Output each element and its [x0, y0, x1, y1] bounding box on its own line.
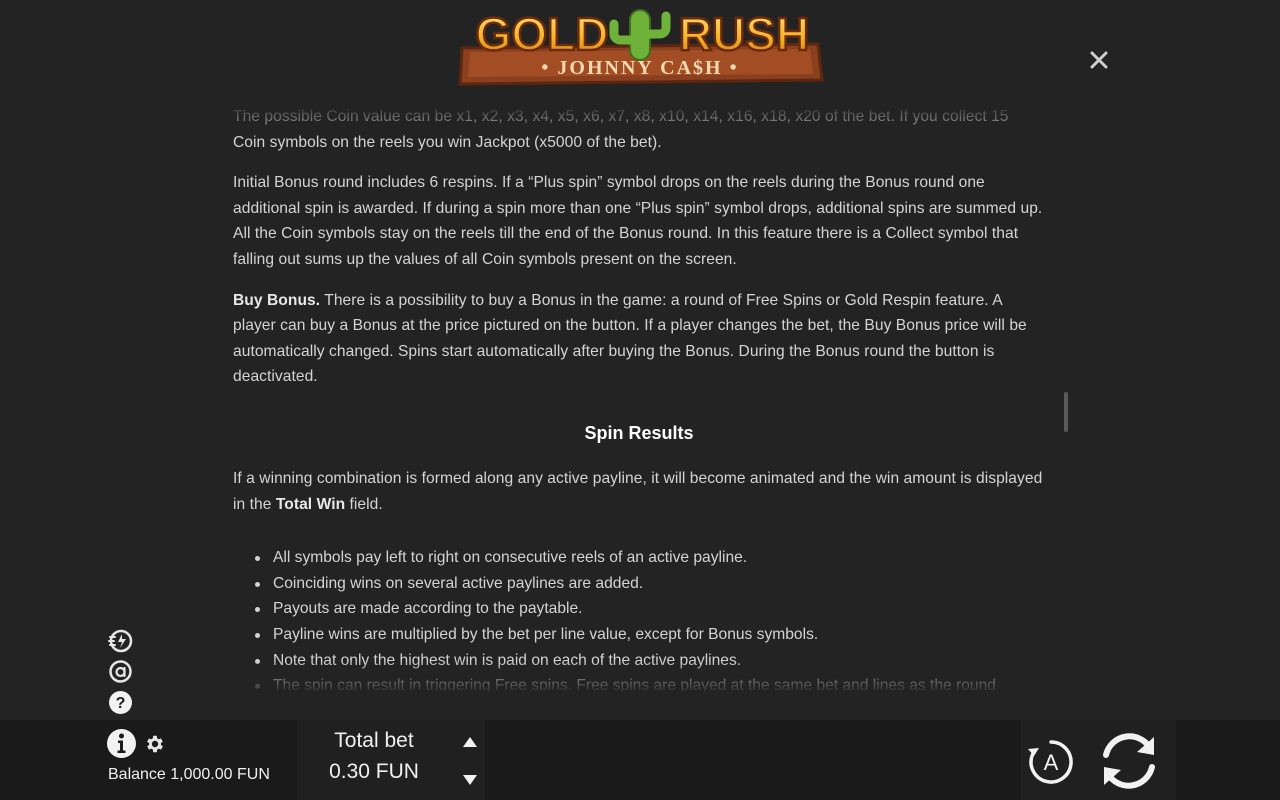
autoplay-letter: A — [1044, 750, 1059, 775]
arrow-up-icon — [463, 737, 477, 747]
bet-decrease-button[interactable] — [456, 762, 484, 798]
arrow-down-icon — [463, 775, 477, 785]
autoplay-settings-icon[interactable] — [108, 659, 133, 684]
intro-text-after: field. — [345, 495, 383, 513]
svg-text:?: ? — [116, 695, 126, 712]
para-buy-bonus: Buy Bonus. There is a possibility to buy… — [233, 288, 1045, 390]
logo-title-right: RUSH — [679, 8, 809, 60]
help-icon[interactable]: ? — [108, 690, 133, 715]
logo-title-left: GOLD — [476, 8, 609, 60]
bet-increase-button[interactable] — [456, 724, 484, 760]
list-item: Note that only the highest win is paid o… — [255, 648, 1045, 674]
turbo-icon[interactable] — [108, 628, 133, 653]
list-item: All symbols pay left to right on consecu… — [255, 545, 1045, 571]
list-item: Coinciding wins on several active paylin… — [255, 571, 1045, 597]
list-item: Payline wins are multiplied by the bet p… — [255, 622, 1045, 648]
buy-bonus-label: Buy Bonus. — [233, 291, 321, 309]
total-bet-value: 0.30 FUN — [329, 760, 419, 783]
rules-content[interactable]: The possible Coin value can be x1, x2, x… — [233, 104, 1045, 692]
logo-subtitle: • JOHNNY CA$H • — [541, 57, 738, 79]
game-logo: GOLD RUSH • JOHNNY CA$H • — [458, 7, 824, 86]
spin-results-intro: If a winning combination is formed along… — [233, 466, 1045, 517]
spin-results-list: All symbols pay left to right on consecu… — [233, 545, 1045, 692]
info-icon[interactable] — [106, 728, 137, 759]
close-icon[interactable] — [1086, 47, 1112, 73]
balance-display: Balance 1,000.00 FUN — [108, 766, 270, 783]
para-bonus-round: Initial Bonus round includes 6 respins. … — [233, 174, 1043, 268]
list-item: The spin can result in triggering Free s… — [255, 673, 1045, 692]
gear-icon[interactable] — [144, 733, 166, 755]
spin-results-title: Spin Results — [584, 422, 694, 443]
autoplay-icon[interactable]: A — [1026, 737, 1076, 787]
buy-bonus-text: There is a possibility to buy a Bonus in… — [233, 291, 1027, 386]
spin-icon[interactable] — [1094, 727, 1164, 795]
intro-total-win: Total Win — [275, 495, 346, 513]
scrollbar-thumb[interactable] — [1064, 392, 1068, 432]
total-bet-label: Total bet — [334, 729, 414, 752]
para-coin-value: The possible Coin value can be x1, x2, x… — [233, 108, 1009, 151]
list-item: Payouts are made according to the paytab… — [255, 596, 1045, 622]
